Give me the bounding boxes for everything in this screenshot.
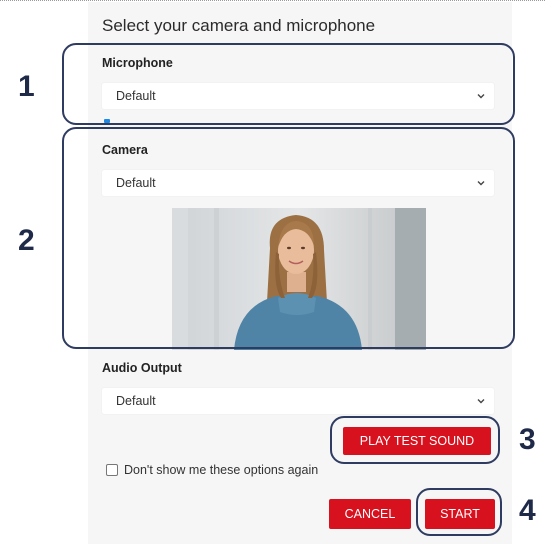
dialog-title: Select your camera and microphone [102,16,376,35]
camera-preview [172,208,426,350]
dont-show-again-option[interactable]: Don't show me these options again [106,462,318,478]
dont-show-again-checkbox[interactable] [106,464,118,476]
chevron-down-icon [477,94,485,99]
audio-output-select-value: Default [116,394,156,408]
camera-preview-image [172,208,426,350]
chevron-down-icon [477,181,485,186]
callout-number-4: 4 [519,494,536,527]
dont-show-again-label: Don't show me these options again [124,463,319,477]
callout-number-1: 1 [18,70,35,103]
camera-label: Camera [102,143,148,157]
dotted-border [0,0,545,1]
callout-number-2: 2 [18,224,35,257]
camera-select-value: Default [116,176,156,190]
camera-select[interactable]: Default [102,170,494,196]
microphone-label: Microphone [102,56,173,70]
microphone-level-indicator [104,119,110,123]
start-button[interactable]: START [425,499,495,529]
microphone-select-value: Default [116,89,156,103]
microphone-select[interactable]: Default [102,83,494,109]
chevron-down-icon [477,399,485,404]
audio-output-select[interactable]: Default [102,388,494,414]
play-test-sound-button[interactable]: PLAY TEST SOUND [343,427,491,455]
audio-output-label: Audio Output [102,361,182,375]
callout-number-3: 3 [519,423,536,456]
cancel-button[interactable]: CANCEL [329,499,411,529]
